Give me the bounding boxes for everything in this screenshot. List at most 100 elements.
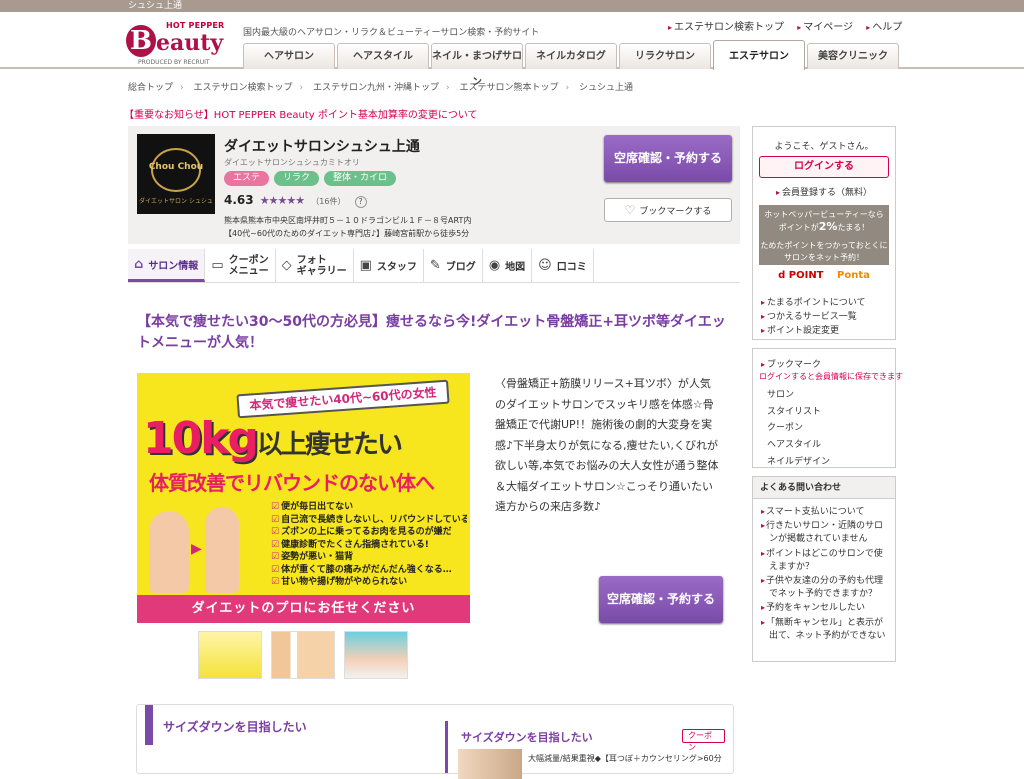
point-banner[interactable]: ホットペッパービューティーなら ポイントが2%たまる！ ためたポイントをつかって… [759,205,889,265]
before-after-illustration: ▶ [145,501,255,597]
main-nav: ヘアサロン ヘアスタイル ネイル・まつげサロン ネイルカタログ リラクサロン エ… [243,40,901,88]
util-link-help[interactable]: ヘルプ [866,22,902,33]
register-link[interactable]: 会員登録する（無料） [753,185,895,198]
nav-tab-este[interactable]: エステサロン [713,40,805,70]
point-link-settings[interactable]: ポイント設定変更 [761,324,865,338]
bookmark-heading[interactable]: ブックマーク [761,357,821,370]
breadcrumb-item[interactable]: エステサロン熊本トップ [460,83,559,93]
staff-icon: ▣ [359,258,372,273]
reserve-button-main[interactable]: 空席確認・予約する [599,576,723,623]
subtab-map[interactable]: ◉ 地図 [483,249,533,282]
gallery-thumbnail-3[interactable] [344,631,408,679]
subtab-salon-info[interactable]: ⌂ サロン情報 [128,249,206,282]
bookmark-item-salon[interactable]: サロン [767,387,830,404]
image-subtitle: 体質改善でリバウンドのない体へ [149,471,435,495]
nav-tab-clinic[interactable]: 美容クリニック [807,43,899,69]
nav-tab-hair-style[interactable]: ヘアスタイル [337,43,429,69]
nav-tab-hair-salon[interactable]: ヘアサロン [243,43,335,69]
bookmark-item-nail[interactable]: ネイルデザイン [767,454,830,471]
subtab-coupon-menu[interactable]: ▭ クーポン メニュー [205,249,276,282]
login-button[interactable]: ログインする [759,156,889,178]
faq-item[interactable]: ポイントはどこのサロンで使えますか？ [761,547,889,574]
feature-title: サイズダウンを目指したい [163,720,307,734]
util-link-este-top[interactable]: エステサロン検索トップ [668,22,784,33]
rating-stars-icon: ★★★★★ [259,194,305,207]
nav-tab-nail-catalog[interactable]: ネイルカタログ [525,43,617,69]
gallery-thumbnail-1[interactable] [198,631,262,679]
subtab-label: 地図 [505,262,526,273]
ponta-logo: Ponta [837,270,870,281]
bookmark-item-hairstyle[interactable]: ヘアスタイル [767,437,830,454]
gallery-thumbnail-2[interactable] [271,631,335,679]
salon-address: 熊本県熊本市中央区南坪井町５－１０ドラゴンビル１Ｆ－８号ART内 [224,216,472,225]
main-salon-image[interactable]: 本気で痩せたい40代~60代の女性 10kg以上痩せたい 体質改善でリバウンドの… [137,373,470,623]
bookmark-button-label: ブックマークする [639,207,712,217]
check-item: 自己流で長続きしないし、リバウンドしている [271,514,467,527]
faq-item[interactable]: 子供や友達の分の予約も代理でネット予約できますか？ [761,574,889,601]
point-banner-line2: ポイントが2%たまる！ [759,221,889,234]
important-notice-link[interactable]: 【重要なお知らせ】HOT PEPPER Beauty ポイント基本加算率の変更に… [124,106,478,121]
photo-icon: ◇ [281,258,292,273]
subtab-label: クーポン メニュー [228,254,269,277]
point-links: たまるポイントについて つかえるサービス一覧 ポイント設定変更 [761,296,865,338]
faq-item[interactable]: 「無断キャンセル」と表示が出て、ネット予約ができない [761,616,889,643]
subtab-reviews[interactable]: ☺ 口コミ [532,249,594,282]
salon-address-block: 熊本県熊本市中央区南坪井町５－１０ドラゴンビル１Ｆ－８号ART内 【40代~60… [224,214,471,240]
salon-description: 〈骨盤矯正+筋膜リリース+耳ツボ〉が人気のダイエットサロンでスッキリ感を体感☆骨… [495,377,719,513]
point-banner-text: たまる！ [837,223,870,232]
breadcrumb-item[interactable]: 総合トップ [128,83,173,93]
thumbnail-title: Chou Chou [148,162,204,172]
breadcrumb-separator: › [565,83,570,93]
image-big-text: 10kg以上痩せたい [143,413,403,464]
bookmark-button[interactable]: ♡ ブックマークする [604,198,732,222]
right-sidebar: ようこそ、ゲストさん。 ログインする 会員登録する（無料） ホットペッパービュー… [752,126,903,662]
hotpepper-beauty-logo[interactable]: HOT PEPPER B eauty PRODUCED BY RECRUIT [126,19,226,69]
salon-thumbnail[interactable]: Chou Chou ダイエットサロン シュシュ [137,134,215,214]
faq-item[interactable]: 行きたいサロン・近隣のサロンが掲載されていません [761,519,889,546]
faq-item[interactable]: 予約をキャンセルしたい [761,601,889,615]
rating-score: 4.63 [224,193,254,207]
illustration-after [205,507,239,593]
tag-relax: リラク [274,171,320,186]
subtab-blog[interactable]: ✎ ブログ [424,249,483,282]
logo-b-mark: B [126,25,156,57]
bookmark-list: サロン スタイリスト クーポン ヘアスタイル ネイルデザイン [767,387,830,471]
reserve-button-top[interactable]: 空席確認・予約する [604,135,732,182]
point-link-about[interactable]: たまるポイントについて [761,296,865,310]
logo-produced-by: PRODUCED BY RECRUIT [138,59,210,66]
arrow-right-icon: ▶ [191,541,202,557]
salon-sub-tabs: ⌂ サロン情報 ▭ クーポン メニュー ◇ フォト ギャラリー ▣ スタッフ ✎ ブログ … [128,249,594,282]
faq-heading: よくある問い合わせ [753,477,895,499]
check-item: 姿勢が悪い・猫背 [271,551,467,564]
breadcrumb: 総合トップ › エステサロン検索トップ › エステサロン九州・沖縄トップ › エステサ… [128,80,633,93]
faq-item[interactable]: スマート支払いについて [761,505,889,519]
subtab-staff[interactable]: ▣ スタッフ [354,249,424,282]
smiley-icon: ☺ [538,258,552,273]
illustration-before [149,511,189,593]
rating-help-icon[interactable]: ? [354,196,367,208]
breadcrumb-item[interactable]: エステサロン九州・沖縄トップ [313,83,439,93]
nav-tab-nail-eyelash[interactable]: ネイル・まつげサロン [431,43,523,88]
feature-coupon-card[interactable]: サイズダウンを目指したい クーポン 大幅減量/結果重視◆【耳つぼ＋カウンセリング… [445,721,725,779]
breadcrumb-separator: › [446,83,450,93]
breadcrumb-separator: › [299,83,304,93]
subtab-label: 口コミ [556,262,587,273]
bookmark-item-coupon[interactable]: クーポン [767,420,830,437]
point-banner-text: ポイントが [778,223,819,232]
map-pin-icon: ◉ [488,258,501,273]
util-link-mypage[interactable]: マイページ [797,22,853,33]
logo-eauty-text: eauty [156,30,224,56]
image-bottom-banner: ダイエットのプロにお任せください [137,595,470,623]
breadcrumb-item[interactable]: エステサロン検索トップ [194,83,293,93]
nav-tab-relax[interactable]: リラクサロン [619,43,711,69]
review-count-link[interactable]: （16件） [311,197,345,206]
image-thumbnails [198,631,417,679]
salon-access: 【40代~60代のためのダイエット専門店♪】藤崎宮前駅から徒歩5分 [224,229,470,238]
bookmark-item-stylist[interactable]: スタイリスト [767,404,830,421]
subtab-label: ブログ [445,262,476,273]
point-link-services[interactable]: つかえるサービス一覧 [761,310,865,324]
breadcrumb-current: シュシュ上通 [579,83,634,93]
check-item: 甘い物や揚げ物がやめられない [271,576,467,589]
subtab-label: フォト ギャラリー [296,254,347,277]
subtab-photo-gallery[interactable]: ◇ フォト ギャラリー [276,249,354,282]
